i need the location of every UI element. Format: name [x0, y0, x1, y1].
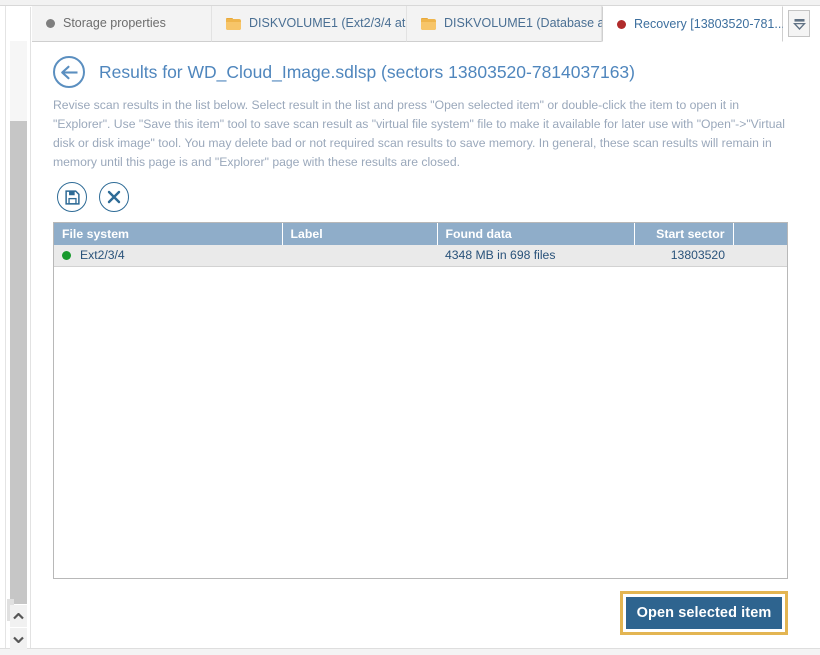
tab-label: DISKVOLUME1 (Ext2/3/4 at ... — [249, 17, 419, 30]
back-arrow-icon — [60, 65, 79, 80]
results-table: File system Label Found data Start secto… — [54, 223, 787, 267]
table-body: Ext2/3/4 4348 MB in 698 files 13803520 — [54, 245, 787, 266]
page-title: Results for WD_Cloud_Image.sdlsp (sector… — [99, 62, 635, 83]
scan-results-list[interactable]: File system Label Found data Start secto… — [53, 222, 788, 579]
back-button[interactable] — [53, 56, 85, 88]
column-header-file-system[interactable]: File system — [54, 223, 282, 245]
tab-diskvolume1-ext234[interactable]: DISKVOLUME1 (Ext2/3/4 at ... — [212, 6, 407, 42]
scrollbar-down-button[interactable] — [10, 628, 27, 650]
tab-label: Recovery [13803520-781... — [634, 18, 783, 31]
open-selected-item-button[interactable]: Open selected item — [626, 597, 782, 629]
page-body: Results for WD_Cloud_Image.sdlsp (sector… — [32, 42, 814, 648]
page-description: Revise scan results in the list below. S… — [53, 96, 788, 172]
tab-strip: Storage properties DISKVOLUME1 (Ext2/3/4… — [32, 6, 783, 42]
cell-spacer — [733, 245, 787, 266]
table-row[interactable]: Ext2/3/4 4348 MB in 698 files 13803520 — [54, 245, 787, 266]
tab-diskvolume1-database[interactable]: DISKVOLUME1 (Database at... — [407, 6, 602, 42]
window-right-edge — [814, 6, 820, 649]
delete-item-button[interactable] — [99, 182, 129, 212]
tab-overflow-icon — [793, 17, 806, 31]
chevron-up-icon — [13, 613, 24, 620]
tab-bar: Storage properties DISKVOLUME1 (Ext2/3/4… — [32, 6, 814, 42]
close-x-icon — [107, 190, 121, 204]
vertical-scrollbar[interactable] — [7, 7, 31, 648]
cell-found-data: 4348 MB in 698 files — [437, 245, 634, 266]
content-panel: Storage properties DISKVOLUME1 (Ext2/3/4… — [32, 6, 814, 648]
column-header-spacer[interactable] — [733, 223, 787, 245]
chevron-down-icon — [13, 636, 24, 643]
folder-icon — [226, 18, 241, 30]
column-header-label[interactable]: Label — [282, 223, 437, 245]
scrollbar-up-button[interactable] — [10, 605, 27, 627]
application-window: Storage properties DISKVOLUME1 (Ext2/3/4… — [0, 0, 820, 655]
save-this-item-button[interactable] — [57, 182, 87, 212]
scrollbar-thumb[interactable] — [10, 121, 27, 604]
cell-file-system: Ext2/3/4 — [54, 245, 282, 266]
tab-label: Storage properties — [63, 17, 166, 30]
table-header: File system Label Found data Start secto… — [54, 223, 787, 245]
tab-overflow-button[interactable] — [788, 10, 810, 37]
column-header-found-data[interactable]: Found data — [437, 223, 634, 245]
window-left-edge — [0, 6, 6, 649]
grey-dot-icon — [46, 19, 55, 28]
tab-recovery[interactable]: Recovery [13803520-781... ✕ — [602, 6, 783, 42]
table-header-row: File system Label Found data Start secto… — [54, 223, 787, 245]
folder-icon — [421, 18, 436, 30]
page-header: Results for WD_Cloud_Image.sdlsp (sector… — [53, 56, 635, 88]
floppy-disk-icon — [65, 190, 80, 205]
window-bottom-strip — [0, 648, 820, 655]
open-selected-item-highlight: Open selected item — [620, 591, 788, 635]
file-system-value: Ext2/3/4 — [80, 248, 125, 262]
cell-label — [282, 245, 437, 266]
column-header-start-sector[interactable]: Start sector — [634, 223, 733, 245]
tab-storage-properties[interactable]: Storage properties — [32, 6, 212, 42]
tab-label: DISKVOLUME1 (Database at... — [444, 17, 618, 30]
results-toolbar — [57, 182, 129, 212]
red-dot-icon — [617, 20, 626, 29]
status-ok-icon — [62, 251, 71, 260]
cell-start-sector: 13803520 — [634, 245, 733, 266]
